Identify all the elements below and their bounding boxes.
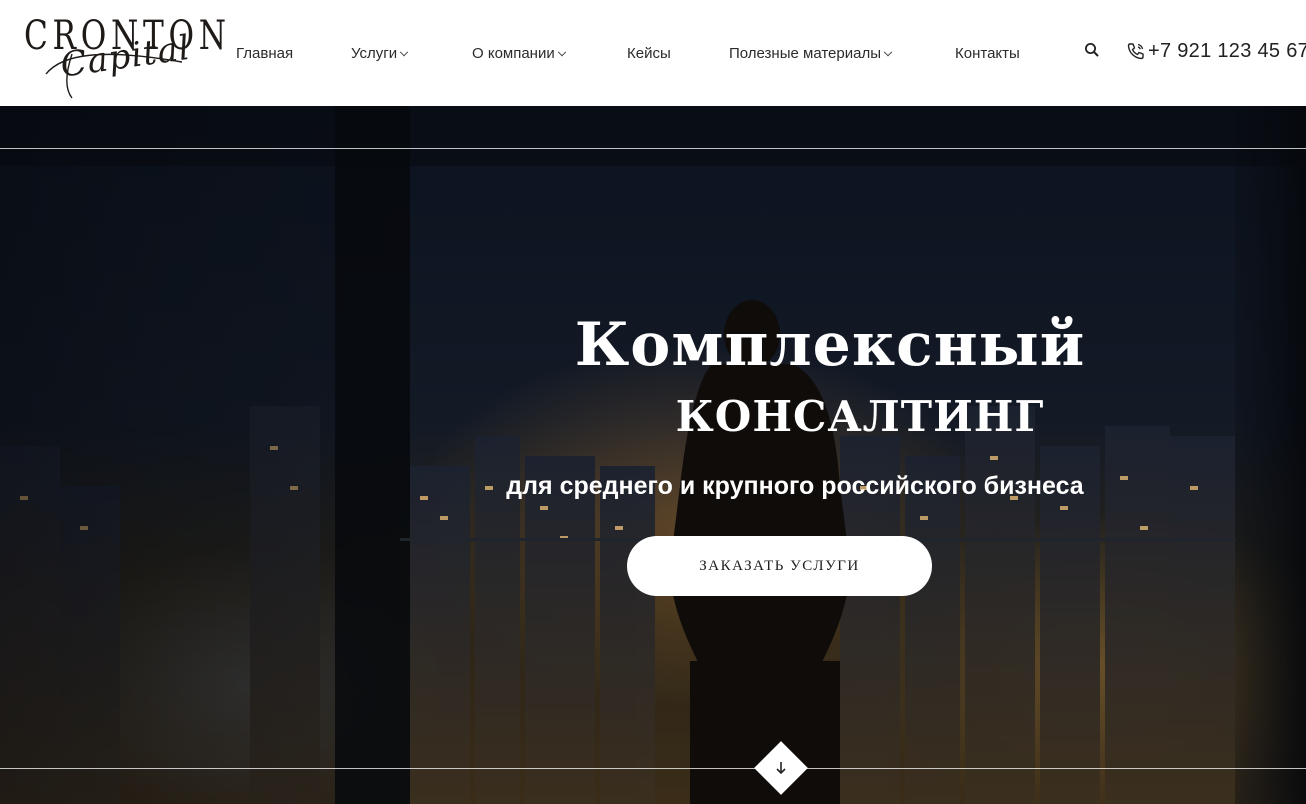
search-icon <box>1085 43 1099 57</box>
nav-item-contacts[interactable]: Контакты <box>955 44 1020 64</box>
nav-item-home[interactable]: Главная <box>236 44 293 64</box>
nav-item-cases[interactable]: Кейсы <box>627 44 671 64</box>
nav-item-label: О компании <box>472 45 555 62</box>
hero-title: Комплексный консалтинг <box>380 312 1280 444</box>
chevron-down-icon <box>399 47 409 57</box>
logo[interactable]: CRONTON Capital <box>24 12 226 99</box>
nav-item-about[interactable]: О компании <box>472 44 566 64</box>
phone-link[interactable]: +7 921 123 45 67 <box>1126 38 1306 64</box>
nav-item-services[interactable]: Услуги <box>351 44 409 64</box>
hero-section: Комплексный консалтинг для среднего и кр… <box>0 106 1306 804</box>
hero-title-line1: Комплексный <box>574 310 1086 380</box>
hero-background-image <box>0 106 1306 804</box>
phone-number: +7 921 123 45 67 <box>1148 39 1306 62</box>
order-services-button[interactable]: ЗАКАЗАТЬ УСЛУГИ <box>627 536 932 596</box>
search-button[interactable] <box>1083 41 1101 59</box>
arrow-down-icon <box>776 762 786 775</box>
chevron-down-icon <box>557 47 566 57</box>
hero-divider-top <box>0 148 1306 149</box>
site-header: CRONTON Capital Главная Услуги О компани… <box>0 0 1306 106</box>
nav-item-label: Главная <box>236 45 294 62</box>
nav-item-label: Контакты <box>955 45 1020 62</box>
nav-item-label: Полезные материалы <box>729 45 881 62</box>
chevron-down-icon <box>883 47 893 57</box>
nav-item-materials[interactable]: Полезные материалы <box>729 44 893 64</box>
hero-title-line2: консалтинг <box>675 376 1045 446</box>
phone-icon <box>1127 43 1144 60</box>
hero-divider-bottom <box>0 768 1306 769</box>
hero-subtitle: для среднего и крупного российского бизн… <box>506 472 1084 500</box>
nav-item-label: Услуги <box>351 45 398 62</box>
nav-item-label: Кейсы <box>627 45 671 62</box>
